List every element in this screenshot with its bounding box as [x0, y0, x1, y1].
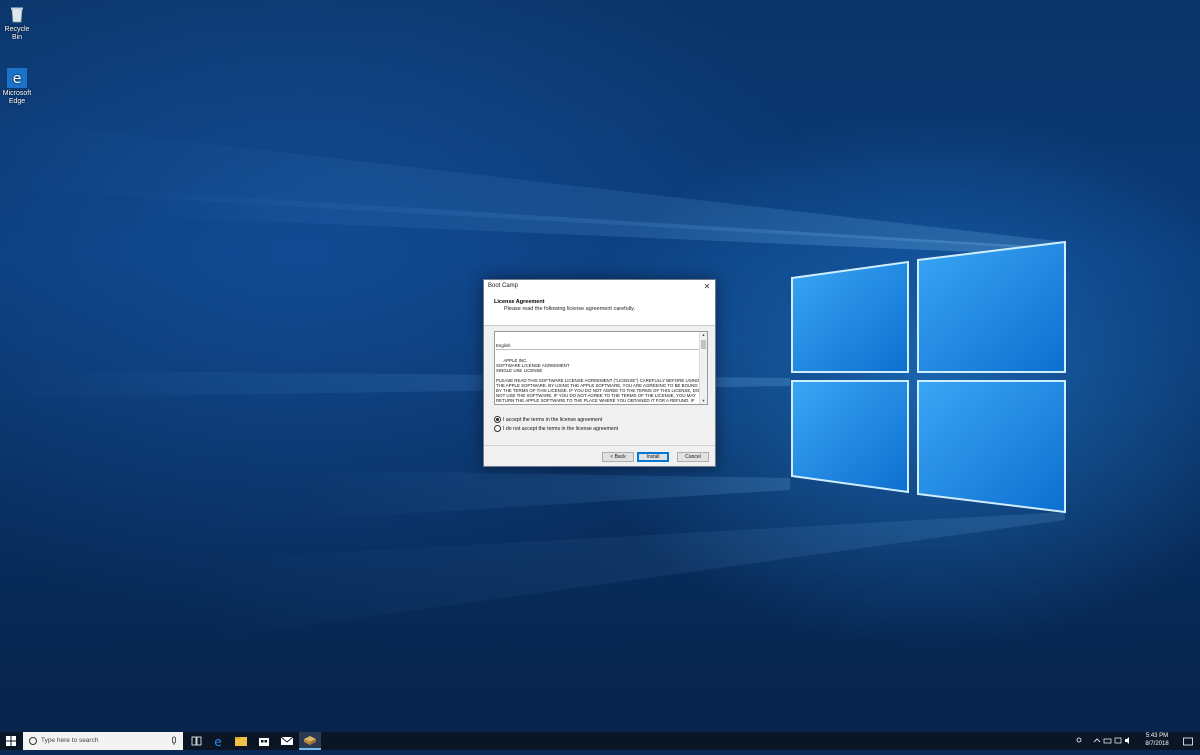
edge-icon: e: [7, 60, 27, 88]
clock-date[interactable]: 8/7/2018: [1142, 741, 1172, 747]
desktop-icon-label: Recycle Bin: [4, 26, 30, 41]
windows-start-icon: [6, 736, 16, 746]
license-language: English: [496, 343, 700, 350]
license-scrollbar[interactable]: ▲ ▼: [699, 332, 707, 404]
battery-icon[interactable]: [1103, 738, 1112, 744]
license-text: English APPLE INC. SOFTWARE LICENSE AGRE…: [496, 333, 700, 404]
accept-terms-radio-row[interactable]: I accept the terms in the license agreem…: [494, 416, 602, 423]
scroll-down-icon[interactable]: ▼: [700, 398, 707, 404]
chevron-up-icon[interactable]: [1093, 738, 1101, 743]
license-text-box[interactable]: English APPLE INC. SOFTWARE LICENSE AGRE…: [494, 331, 708, 405]
system-tray: 5:43 PM 8/7/2018: [1070, 732, 1200, 750]
edge-icon[interactable]: e: [207, 732, 229, 750]
store-icon[interactable]: [253, 732, 275, 750]
dialog-titlebar[interactable]: Boot Camp ✕: [484, 280, 715, 293]
license-body: APPLE INC. SOFTWARE LICENSE AGREEMENT SI…: [496, 358, 700, 404]
scroll-thumb[interactable]: [701, 340, 706, 349]
action-center-icon[interactable]: [1182, 735, 1194, 747]
file-explorer-icon[interactable]: [230, 732, 252, 750]
decline-terms-radio[interactable]: [494, 425, 501, 432]
start-button[interactable]: [0, 732, 22, 750]
svg-text:e: e: [214, 735, 221, 749]
mail-icon[interactable]: [276, 732, 298, 750]
decline-terms-radio-row[interactable]: I do not accept the terms in the license…: [494, 425, 618, 432]
cancel-button[interactable]: Cancel: [677, 452, 709, 462]
taskbar: Type here to search e 5:43 PM 8/7/2018: [0, 732, 1200, 750]
page-subtitle: Please read the following license agreem…: [504, 306, 636, 312]
decline-terms-label[interactable]: I do not accept the terms in the license…: [503, 426, 618, 432]
search-box[interactable]: Type here to search: [23, 732, 183, 750]
boot-camp-taskbar-button[interactable]: [299, 732, 321, 750]
desktop-icon-label: Microsoft Edge: [2, 90, 32, 105]
page-title: License Agreement: [494, 299, 545, 305]
desktop-icon-recycle-bin[interactable]: Recycle Bin: [0, 4, 34, 42]
recycle-bin-icon: [7, 4, 27, 24]
scroll-up-icon[interactable]: ▲: [700, 332, 707, 338]
desktop-icon-microsoft-edge[interactable]: e Microsoft Edge: [0, 52, 34, 106]
volume-icon[interactable]: [1125, 737, 1129, 744]
dialog-header: License Agreement Please read the follow…: [484, 293, 715, 326]
boot-camp-dialog: Boot Camp ✕ License Agreement Please rea…: [483, 279, 716, 467]
search-icon: [29, 737, 37, 745]
clock-time[interactable]: 5:43 PM: [1142, 733, 1172, 739]
back-button[interactable]: < Back: [602, 452, 634, 462]
accept-terms-label[interactable]: I accept the terms in the license agreem…: [503, 417, 602, 423]
search-placeholder: Type here to search: [41, 737, 99, 744]
svg-text:e: e: [13, 71, 22, 87]
close-icon[interactable]: ✕: [701, 281, 713, 292]
install-button[interactable]: Install: [637, 452, 669, 462]
task-view-icon[interactable]: [185, 732, 207, 750]
network-icon[interactable]: [1114, 737, 1122, 744]
boot-camp-icon: [304, 736, 316, 745]
divider: [484, 445, 715, 446]
microphone-icon[interactable]: [169, 732, 179, 750]
dialog-title: Boot Camp: [488, 283, 519, 289]
accept-terms-radio[interactable]: [494, 416, 501, 423]
people-icon[interactable]: [1076, 737, 1082, 743]
